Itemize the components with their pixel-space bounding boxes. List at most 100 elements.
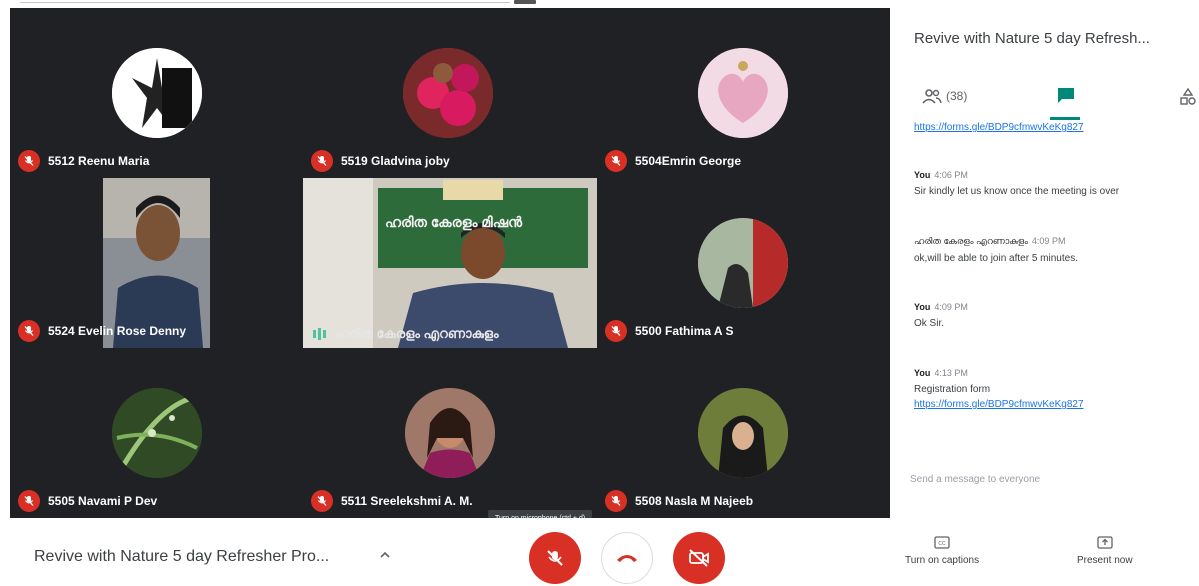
avatar (405, 388, 495, 478)
avatar-image (405, 388, 495, 478)
panel-title: Revive with Nature 5 day Refresh... (914, 30, 1150, 47)
participant-name-tag: 5511 Sreelekshmi A. M. (311, 490, 473, 512)
chat-link[interactable]: https://forms.gle/BDP9cfmwvKeKg827 (914, 399, 1194, 410)
participant-name-tag: 5504Emrin George (605, 150, 741, 172)
mic-toggle-button[interactable] (529, 532, 581, 584)
tab-activities[interactable] (1180, 87, 1196, 111)
toolbar-mini-icon[interactable] (514, 0, 536, 4)
participant-name: 5519 Gladvina joby (341, 154, 450, 168)
present-icon (1097, 536, 1113, 549)
message-time: 4:09 PM (1031, 236, 1066, 246)
bottom-bar: Revive with Nature 5 day Refresher Pro..… (0, 518, 1199, 586)
presenter-overlay: ഹരിത കേരളം എറണാകുളം (303, 178, 597, 348)
audio-indicator-icon (313, 328, 326, 340)
hang-up-icon (617, 555, 637, 562)
camera-toggle-button[interactable] (673, 532, 725, 584)
captions-label: Turn on captions (905, 555, 980, 566)
hang-up-button[interactable] (601, 532, 653, 584)
browser-top-strip (0, 0, 890, 8)
chat-message: You 4:09 PM Ok Sir. (914, 302, 1194, 329)
mic-off-icon (18, 320, 40, 342)
meeting-title[interactable]: Revive with Nature 5 day Refresher Pro..… (34, 548, 329, 566)
presenter-name-tag: ഹരിത കേരളം എറണാകുളം (313, 326, 499, 342)
message-time: 4:09 PM (934, 302, 968, 312)
participant-name-tag: 5519 Gladvina joby (311, 150, 450, 172)
tab-people[interactable]: (38) (922, 88, 967, 104)
active-tab-indicator (1050, 117, 1080, 120)
chevron-up-icon[interactable] (378, 548, 392, 562)
avatar (698, 48, 788, 138)
avatar-image (698, 388, 788, 478)
activities-icon (1180, 87, 1196, 105)
avatar (698, 388, 788, 478)
avatar-image (403, 48, 493, 138)
participant-tile[interactable]: 5512 Reenu Maria (10, 8, 303, 178)
message-sender: You (914, 170, 931, 180)
chat-input[interactable]: Send a message to everyone (910, 474, 1040, 485)
avatar-image (112, 48, 202, 138)
participant-name: 5524 Evelin Rose Denny (48, 324, 187, 338)
participant-tile[interactable]: 5524 Evelin Rose Denny (10, 178, 303, 348)
svg-text:CC: CC (938, 541, 946, 547)
mic-off-icon (547, 550, 563, 566)
video-grid: 5512 Reenu Maria 5519 Gladvina joby 5504… (10, 8, 890, 518)
participant-tile[interactable]: 5505 Navami P Dev (10, 348, 303, 518)
camera-off-icon (689, 549, 709, 567)
chat-message: You 4:06 PM Sir kindly let us know once t… (914, 170, 1194, 197)
participant-name-tag: 5500 Fathima A S (605, 320, 733, 342)
participant-name: 5511 Sreelekshmi A. M. (341, 494, 473, 508)
mic-off-icon (605, 490, 627, 512)
avatar (403, 48, 493, 138)
participant-name: 5500 Fathima A S (635, 324, 734, 338)
participant-name-tag: 5524 Evelin Rose Denny (18, 320, 186, 342)
participant-name-tag: 5505 Navami P Dev (18, 490, 157, 512)
chat-icon (1058, 88, 1074, 103)
chat-message: You 4:13 PM Registration form https://for… (914, 368, 1194, 410)
participant-name: 5505 Navami P Dev (48, 494, 158, 508)
message-time: 4:06 PM (934, 170, 968, 180)
participant-tile[interactable]: 5504Emrin George (597, 8, 890, 178)
participant-tile[interactable]: 5511 Sreelekshmi A. M. (303, 348, 597, 518)
message-sender: You (914, 368, 931, 378)
presenter-tile[interactable]: ഹരിത കേരളം മിഷൻ ഹരിത കേരളം എറണാകുളം (303, 178, 597, 348)
avatar (698, 218, 788, 308)
mic-off-icon (18, 150, 40, 172)
message-sender: ഹരിത കേരളം എറണാകുളം (914, 236, 1028, 246)
panel-tabs: (38) (890, 84, 1199, 120)
participant-tile[interactable]: 5519 Gladvina joby (303, 8, 597, 178)
captions-icon: CC (934, 536, 950, 549)
side-panel: Revive with Nature 5 day Refresh... (38) (890, 8, 1199, 518)
present-button[interactable]: Present now (1077, 536, 1133, 566)
message-text: Registration form (914, 384, 991, 395)
mic-off-icon (605, 320, 627, 342)
mic-off-icon (18, 490, 40, 512)
avatar-image (698, 218, 788, 308)
chat-link[interactable]: https://forms.gle/BDP9cfmwvKeKg827 (914, 122, 1084, 133)
participant-name: 5508 Nasla M Najeeb (635, 494, 754, 508)
message-text: Sir kindly let us know once the meeting … (914, 186, 1120, 197)
chat-message: ഹരിത കേരളം എറണാകുളം 4:09 PM ok,will be ab… (914, 236, 1194, 264)
presenter-name: ഹരിത കേരളം എറണാകുളം (334, 326, 499, 341)
participant-name-tag: 5512 Reenu Maria (18, 150, 149, 172)
people-icon (922, 89, 942, 104)
mic-off-icon (605, 150, 627, 172)
message-sender: You (914, 302, 931, 312)
captions-button[interactable]: CC Turn on captions (905, 536, 979, 566)
participant-name: 5504Emrin George (635, 154, 742, 168)
avatar-image (112, 388, 202, 478)
avatar-image (698, 48, 788, 138)
message-text: ok,will be able to join after 5 minutes. (914, 253, 1078, 264)
tab-chat[interactable] (1050, 86, 1080, 120)
participant-name-tag: 5508 Nasla M Najeeb (605, 490, 753, 512)
present-label: Present now (1077, 555, 1133, 566)
mic-off-icon (311, 490, 333, 512)
message-time: 4:13 PM (934, 368, 968, 378)
participant-tile[interactable]: 5508 Nasla M Najeeb (597, 348, 890, 518)
address-bar[interactable] (20, 0, 510, 3)
avatar (112, 388, 202, 478)
message-text: Ok Sir. (914, 318, 945, 329)
participant-tile[interactable]: 5500 Fathima A S (597, 178, 890, 348)
participant-name: 5512 Reenu Maria (48, 154, 150, 168)
avatar (112, 48, 202, 138)
mic-off-icon (311, 150, 333, 172)
